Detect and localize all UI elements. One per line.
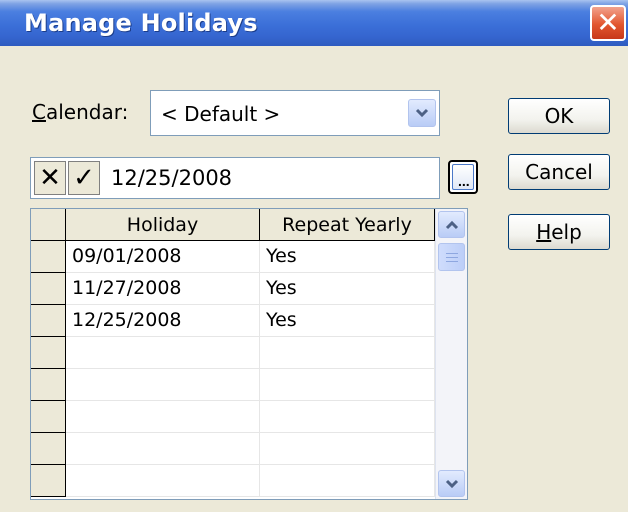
- row-header[interactable]: [31, 369, 66, 401]
- grip-line: [446, 253, 458, 254]
- calendar-label-text: alendar:: [45, 100, 129, 124]
- ok-button[interactable]: OK: [508, 98, 610, 134]
- holiday-date-cell[interactable]: 12/25/2008: [66, 305, 260, 337]
- manage-holidays-dialog: Manage Holidays ✕ Calendar: < Default > …: [0, 0, 628, 512]
- chevron-down-icon: [445, 479, 458, 488]
- holiday-date-cell[interactable]: 11/27/2008: [66, 273, 260, 305]
- holiday-date-cell[interactable]: 09/01/2008: [66, 241, 260, 273]
- calendar-dropdown[interactable]: < Default >: [150, 90, 440, 136]
- cancel-edit-button[interactable]: ✕: [34, 161, 66, 195]
- repeat-yearly-cell[interactable]: Yes: [260, 241, 435, 273]
- cancel-button[interactable]: Cancel: [508, 154, 610, 190]
- grip-line: [446, 261, 458, 262]
- repeat-yearly-cell[interactable]: [260, 465, 435, 497]
- scroll-up-button[interactable]: [438, 211, 465, 238]
- repeat-yearly-cell[interactable]: [260, 401, 435, 433]
- row-header[interactable]: [31, 305, 66, 337]
- holiday-date-cell[interactable]: [66, 401, 260, 433]
- row-header[interactable]: [31, 465, 66, 497]
- scroll-thumb[interactable]: [438, 243, 465, 271]
- ok-button-label: OK: [544, 104, 574, 128]
- row-header[interactable]: [31, 337, 66, 369]
- x-icon: ✕: [39, 163, 61, 193]
- cancel-button-label: Cancel: [525, 160, 593, 184]
- grid-corner-header[interactable]: [31, 209, 66, 241]
- vertical-scrollbar[interactable]: [435, 209, 467, 499]
- calendar-label: Calendar:: [32, 100, 128, 124]
- help-button-mnemonic: H: [536, 220, 552, 244]
- holiday-date-cell[interactable]: [66, 337, 260, 369]
- holidays-grid[interactable]: Holiday Repeat Yearly 09/01/2008 Yes 11/27…: [30, 208, 468, 500]
- scroll-down-button[interactable]: [438, 470, 465, 497]
- grip-line: [446, 257, 458, 258]
- holiday-date-cell[interactable]: [66, 465, 260, 497]
- date-edit-bar: ✕ ✓ 12/25/2008: [30, 157, 440, 199]
- repeat-yearly-cell[interactable]: Yes: [260, 305, 435, 337]
- window-title: Manage Holidays: [24, 9, 258, 37]
- chevron-up-icon: [445, 220, 458, 229]
- row-header[interactable]: [31, 273, 66, 305]
- calendar-label-mnemonic: C: [32, 100, 46, 124]
- repeat-yearly-cell[interactable]: [260, 433, 435, 465]
- calendar-dropdown-button[interactable]: [408, 99, 436, 127]
- date-edit-input[interactable]: 12/25/2008: [111, 166, 232, 190]
- date-picker-button[interactable]: ...: [448, 160, 478, 194]
- accept-edit-button[interactable]: ✓: [68, 161, 100, 195]
- column-header-repeat-yearly[interactable]: Repeat Yearly: [260, 209, 435, 241]
- ellipsis-icon: ...: [452, 164, 474, 190]
- row-header[interactable]: [31, 433, 66, 465]
- title-bar[interactable]: Manage Holidays ✕: [0, 0, 628, 46]
- check-icon: ✓: [73, 163, 95, 193]
- repeat-yearly-cell[interactable]: [260, 337, 435, 369]
- repeat-yearly-cell[interactable]: [260, 369, 435, 401]
- close-icon: ✕: [596, 6, 620, 39]
- column-header-holiday[interactable]: Holiday: [66, 209, 260, 241]
- repeat-yearly-cell[interactable]: Yes: [260, 273, 435, 305]
- help-button[interactable]: Help: [508, 214, 610, 250]
- row-header[interactable]: [31, 241, 66, 273]
- row-header[interactable]: [31, 401, 66, 433]
- chevron-down-icon: [415, 108, 429, 118]
- close-button[interactable]: ✕: [590, 5, 626, 41]
- help-button-label: elp: [551, 220, 582, 244]
- holiday-date-cell[interactable]: [66, 369, 260, 401]
- holiday-date-cell[interactable]: [66, 433, 260, 465]
- calendar-dropdown-value: < Default >: [161, 102, 281, 126]
